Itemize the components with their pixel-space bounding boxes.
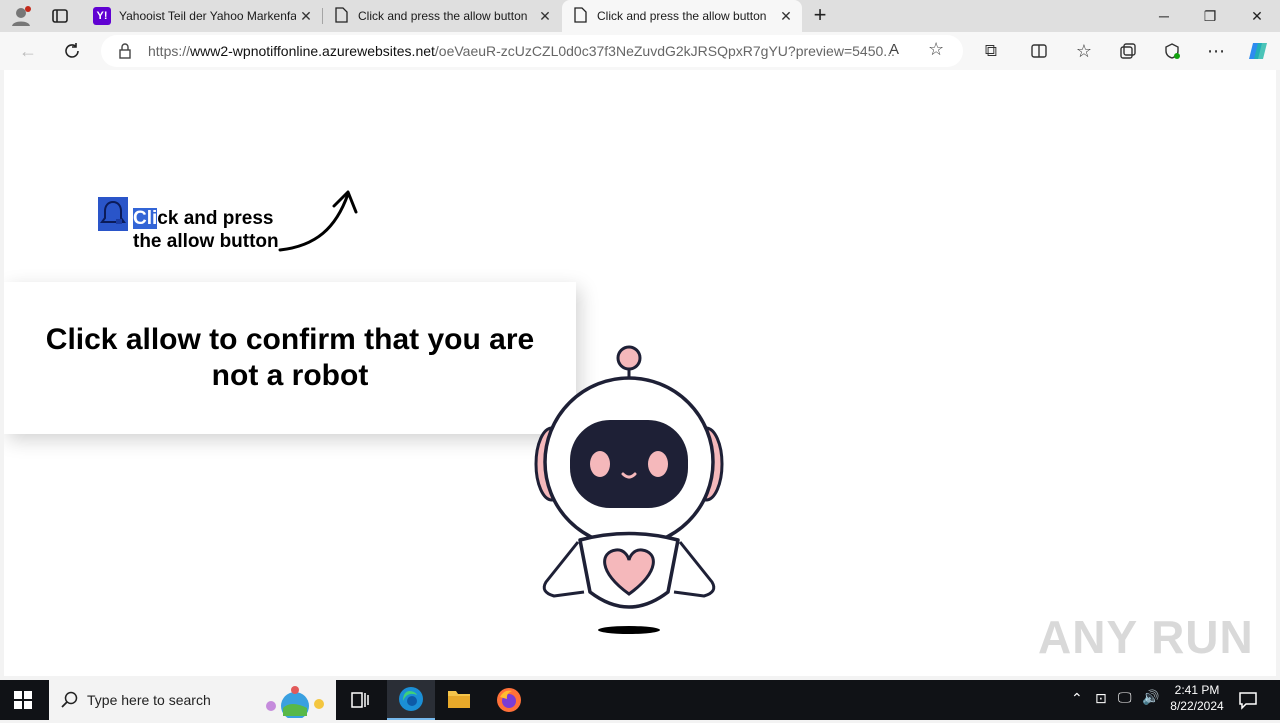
split-screen-icon[interactable] [1024,36,1054,66]
refresh-icon[interactable] [57,36,87,66]
bell-icon [98,197,128,231]
tab-strip: Y! Yahooist Teil der Yahoo Markenfa ✕ Cl… [0,0,1280,32]
close-icon[interactable]: ✕ [296,8,316,25]
tab-allow-1[interactable]: Click and press the allow button ✕ [323,0,561,32]
read-aloud-icon[interactable]: A [889,41,899,58]
network-icon[interactable]: 🖵 [1118,689,1132,706]
new-tab-button[interactable]: + [808,4,832,28]
tab-allow-2[interactable]: Click and press the allow button ✕ [562,0,802,32]
arrow-icon [278,190,358,252]
clock-date: 8/22/2024 [1170,699,1224,713]
search-placeholder: Type here to search [87,692,211,708]
close-window-button[interactable]: ✕ [1234,0,1280,32]
tab-title: Click and press the allow button [358,9,528,23]
search-highlight-icon [261,684,331,723]
favorite-star-icon[interactable]: ☆ [928,39,944,60]
back-icon[interactable]: ← [13,36,43,66]
url-text[interactable]: https://www2-wpnotiffonline.azurewebsite… [148,43,895,59]
lock-icon[interactable] [118,43,132,64]
tab-title: Yahooist Teil der Yahoo Markenfa [119,9,296,23]
clock[interactable]: 2:41 PM 8/22/2024 [1166,683,1228,713]
page-icon [574,6,587,26]
browser-essentials-icon[interactable] [1157,36,1187,66]
search-icon [61,691,79,714]
favorites-icon[interactable]: ☆ [1069,36,1099,66]
show-hidden-icons-icon[interactable]: ⌃ [1071,690,1083,707]
copilot-icon[interactable] [1243,36,1273,66]
extensions-icon[interactable]: ⧉ [976,36,1006,66]
taskbar-search[interactable]: Type here to search [49,680,336,720]
clock-time: 2:41 PM [1174,683,1220,697]
restore-button[interactable]: ❐ [1187,0,1233,32]
collections-icon[interactable] [1113,36,1143,66]
watermark-logo: ANY RUN [1038,611,1254,663]
notifications-icon[interactable] [1238,690,1258,715]
minimize-button[interactable]: ─ [1141,0,1187,32]
page-headline: Click allow to confirm that you are not … [45,323,535,392]
firefox-icon[interactable] [496,687,522,718]
address-bar[interactable]: https://www2-wpnotiffonline.azurewebsite… [101,35,963,67]
tab-title: Click and press the allow button [597,9,767,23]
close-icon[interactable]: ✕ [776,8,796,25]
tab-actions-icon[interactable] [50,6,70,26]
allow-hint-text: Click and press the allow button [133,208,279,252]
profile-icon[interactable] [10,5,32,27]
tab-yahoo[interactable]: Y! Yahooist Teil der Yahoo Markenfa ✕ [84,0,322,32]
robot-illustration [534,345,724,634]
more-options-icon[interactable]: ⋯ [1201,36,1231,66]
robot-confirm-card: Click allow to confirm that you are not … [4,282,576,434]
meet-now-icon[interactable]: ⊡ [1095,690,1107,707]
close-icon[interactable]: ✕ [535,8,555,25]
volume-icon[interactable]: 🔊 [1142,689,1159,706]
windows-start-icon[interactable] [14,691,32,714]
file-explorer-icon[interactable] [447,688,471,715]
yahoo-icon: Y! [93,7,111,25]
page-icon [335,6,348,26]
task-view-icon[interactable] [350,690,370,715]
edge-taskbar-icon[interactable] [387,680,435,720]
page-viewport: Click and press the allow button Click a… [4,70,1276,676]
